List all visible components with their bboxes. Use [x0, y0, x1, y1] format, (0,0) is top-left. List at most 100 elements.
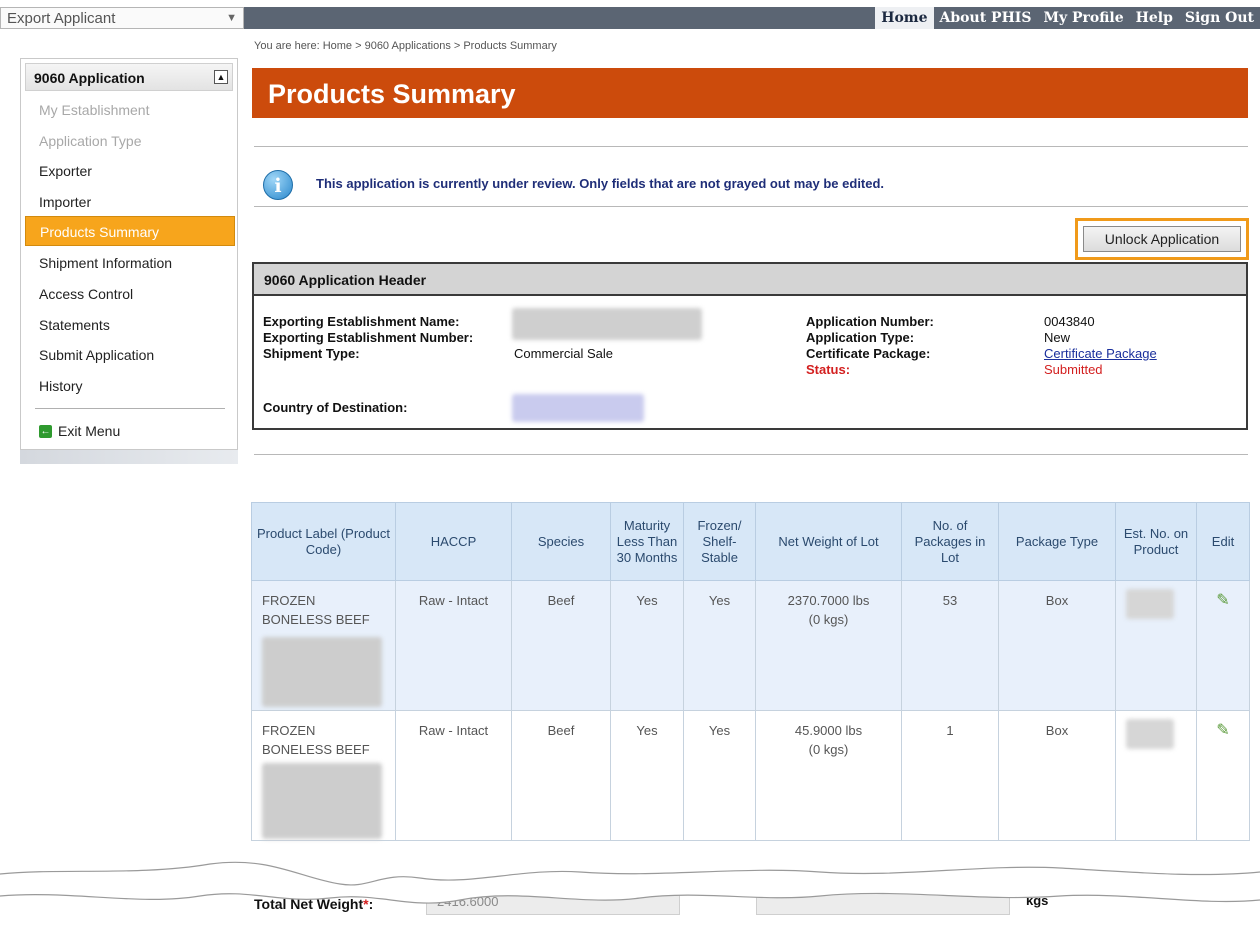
sidebar-item-access-control[interactable]: Access Control: [25, 279, 235, 309]
edit-cell: ✎: [1196, 710, 1250, 841]
role-select-value: Export Applicant: [7, 9, 116, 27]
product-label: FROZEN BONELESS BEEF: [262, 593, 370, 627]
nav-help[interactable]: Help: [1130, 7, 1179, 29]
table-row: FROZEN BONELESS BEEF Raw - Intact Beef Y…: [251, 580, 1250, 711]
unlock-button-highlight: Unlock Application: [1075, 218, 1249, 260]
sidebar-item-importer[interactable]: Importer: [25, 187, 235, 217]
top-bar: Export Applicant ▼ Home About PHIS My Pr…: [0, 0, 1260, 34]
collapse-icon[interactable]: ▲: [214, 70, 228, 84]
redacted-establishment: [512, 308, 702, 340]
sidebar-footer: [20, 450, 238, 464]
products-table: Product Label (Product Code) HACCP Speci…: [251, 502, 1250, 841]
exporting-establishment-number-label: Exporting Establishment Number:: [263, 330, 474, 345]
sidebar-title: 9060 Application ▲: [25, 63, 233, 91]
application-header: 9060 Application Header Exporting Establ…: [252, 262, 1248, 430]
frozen-cell: Yes: [683, 580, 756, 711]
packages-cell: 1: [901, 710, 999, 841]
column-header: No. of Packages in Lot: [901, 502, 999, 581]
frozen-cell: Yes: [683, 710, 756, 841]
application-header-title: 9060 Application Header: [254, 264, 1246, 296]
column-header: Frozen/ Shelf-Stable: [683, 502, 756, 581]
product-label-cell: FROZEN BONELESS BEEF: [251, 580, 396, 711]
est-no-cell: [1115, 580, 1197, 711]
application-type-value: New: [1044, 330, 1071, 345]
exit-menu-link[interactable]: ← Exit Menu: [39, 423, 120, 439]
net-weight-kgs: (0 kgs): [808, 612, 849, 627]
packages-cell: 53: [901, 580, 999, 711]
total-net-weight-text: Total Net Weight: [254, 896, 364, 912]
page-title-banner: Products Summary: [252, 68, 1248, 118]
shipment-type-value: Commercial Sale: [514, 346, 613, 361]
table-row: FROZEN BONELESS BEEF Raw - Intact Beef Y…: [251, 710, 1250, 841]
edit-pencil-icon[interactable]: ✎: [1216, 722, 1229, 739]
column-header: Est. No. on Product: [1115, 502, 1197, 581]
chevron-down-icon: ▼: [226, 12, 237, 24]
column-header: Edit: [1196, 502, 1250, 581]
redacted-est-no: [1126, 589, 1174, 619]
status-label: Status:: [806, 362, 851, 377]
product-label-cell: FROZEN BONELESS BEEF: [251, 710, 396, 841]
nav-home[interactable]: Home: [875, 7, 934, 29]
package-type-cell: Box: [998, 710, 1116, 841]
sidebar-item-history[interactable]: History: [25, 371, 235, 401]
exit-arrow-icon: ←: [39, 424, 52, 438]
certificate-package-label: Certificate Package:: [806, 346, 931, 361]
edit-pencil-icon[interactable]: ✎: [1216, 592, 1229, 609]
edit-cell: ✎: [1196, 580, 1250, 711]
nav-about-phis[interactable]: About PHIS: [934, 7, 1038, 29]
divider: [254, 206, 1248, 207]
nav-sign-out[interactable]: Sign Out: [1179, 7, 1260, 29]
species-cell: Beef: [511, 580, 611, 711]
column-header: Species: [511, 502, 611, 581]
application-type-label: Application Type:: [806, 330, 915, 345]
nav-my-profile[interactable]: My Profile: [1037, 7, 1129, 29]
sidebar: 9060 Application ▲ My Establishment Appl…: [20, 58, 238, 464]
sidebar-item-my-establishment: My Establishment: [39, 102, 150, 118]
exporting-establishment-name-label: Exporting Establishment Name:: [263, 314, 460, 329]
country-of-destination-label: Country of Destination:: [263, 400, 408, 415]
column-header: Maturity Less Than 30 Months: [610, 502, 684, 581]
sidebar-item-statements[interactable]: Statements: [25, 310, 235, 340]
sidebar-divider: [35, 408, 225, 409]
application-number-value: 0043840: [1044, 314, 1095, 329]
info-icon: i: [263, 170, 293, 200]
exit-menu-label: Exit Menu: [58, 423, 121, 439]
column-header: HACCP: [395, 502, 512, 581]
redacted-est-no: [1126, 719, 1174, 749]
net-weight-cell: 45.9000 lbs (0 kgs): [755, 710, 902, 841]
column-header: Product Label (Product Code): [251, 502, 396, 581]
redacted-country: [512, 394, 644, 422]
net-weight-kgs: (0 kgs): [808, 742, 849, 757]
package-type-cell: Box: [998, 580, 1116, 711]
redacted-product-code: [262, 763, 382, 839]
sidebar-panel: 9060 Application ▲ My Establishment Appl…: [20, 58, 238, 450]
total-net-weight-lbs-field: 2416.6000: [426, 889, 680, 915]
page-title: Products Summary: [268, 79, 516, 109]
info-message: This application is currently under revi…: [316, 176, 885, 191]
divider: [254, 146, 1248, 147]
sidebar-item-exporter[interactable]: Exporter: [25, 156, 235, 186]
total-net-weight-label: Total Net Weight*:: [254, 896, 374, 912]
required-star: *: [363, 896, 369, 912]
redacted-product-code: [262, 637, 382, 707]
table-header-row: Product Label (Product Code) HACCP Speci…: [251, 502, 1250, 581]
shipment-type-label: Shipment Type:: [263, 346, 360, 361]
est-no-cell: [1115, 710, 1197, 841]
sidebar-item-products-summary[interactable]: Products Summary: [25, 216, 235, 246]
role-select[interactable]: Export Applicant ▼: [0, 7, 244, 29]
net-weight-lbs: 45.9000 lbs: [794, 723, 863, 738]
certificate-package-link[interactable]: Certificate Package: [1044, 346, 1157, 361]
net-weight-cell: 2370.7000 lbs (0 kgs): [755, 580, 902, 711]
sidebar-item-shipment-information[interactable]: Shipment Information: [25, 248, 235, 278]
column-header: Net Weight of Lot: [755, 502, 902, 581]
haccp-cell: Raw - Intact: [395, 580, 512, 711]
maturity-cell: Yes: [610, 710, 684, 841]
status-value: Submitted: [1044, 362, 1103, 377]
sidebar-item-submit-application[interactable]: Submit Application: [25, 340, 235, 370]
maturity-cell: Yes: [610, 580, 684, 711]
divider: [254, 454, 1248, 455]
unlock-application-button[interactable]: Unlock Application: [1083, 226, 1241, 252]
net-weight-lbs: 2370.7000 lbs: [787, 593, 870, 608]
sidebar-item-application-type: Application Type: [39, 133, 142, 149]
main-nav: Home About PHIS My Profile Help Sign Out: [244, 7, 1260, 29]
